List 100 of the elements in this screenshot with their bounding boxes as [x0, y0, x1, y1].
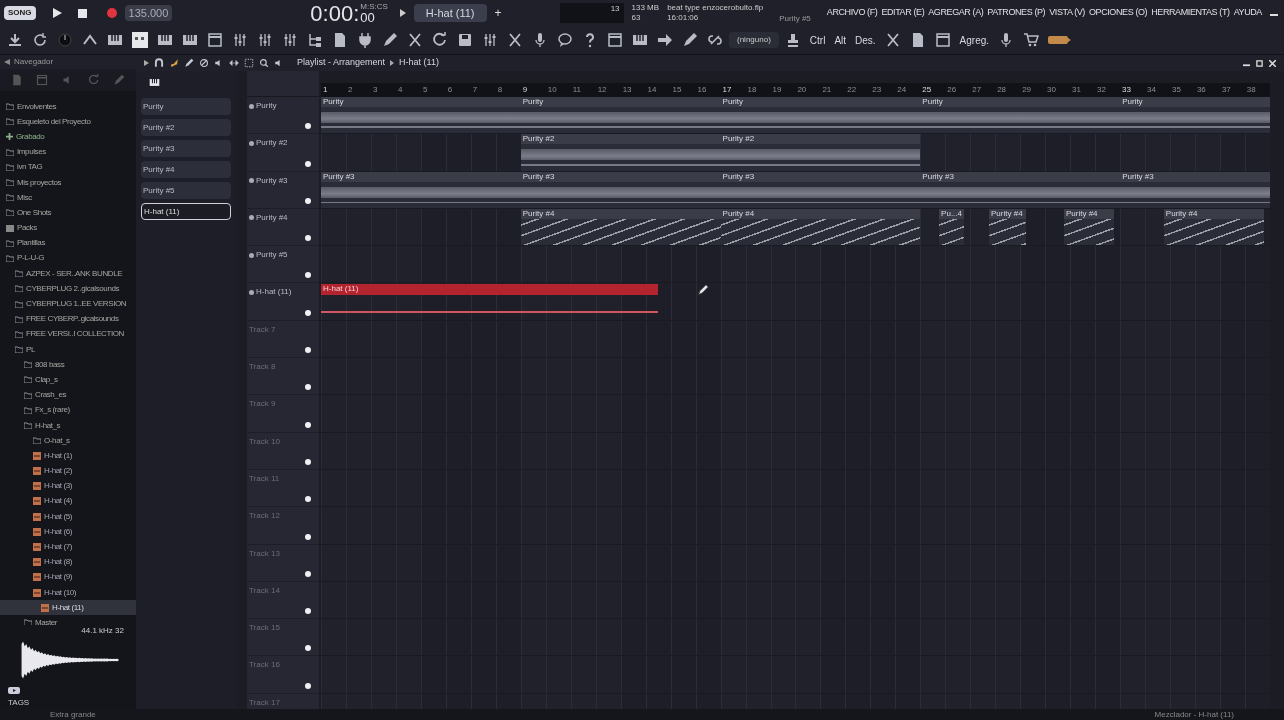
mute-dot-icon[interactable] [305, 272, 311, 279]
arrow-small-icon[interactable] [144, 60, 149, 66]
menu-item[interactable]: OPCIONES (O) [1088, 6, 1148, 20]
mute-dot-icon[interactable] [305, 608, 311, 615]
pattern-item[interactable]: H-hat (11) [141, 203, 231, 220]
pattern-clip[interactable]: Purity [720, 97, 921, 107]
browser-item[interactable]: H-hat (11) [0, 600, 136, 616]
piano-icon[interactable] [157, 32, 173, 48]
speech-bubble-icon[interactable] [557, 32, 573, 48]
mute-dot-icon[interactable] [305, 421, 311, 428]
browser-item[interactable]: H-hat (2) [0, 463, 136, 479]
browser-item[interactable]: O-hat_s [0, 433, 136, 449]
mixer-icon[interactable] [257, 32, 273, 48]
pattern-field[interactable]: (ninguno) [729, 32, 779, 48]
selection-icon[interactable] [244, 58, 254, 68]
tree-icon[interactable] [307, 32, 323, 48]
browser-item[interactable]: Master [0, 615, 136, 625]
browser-item[interactable]: H-hat (4) [0, 493, 136, 510]
menu-item[interactable]: EDITAR (E) [881, 6, 925, 20]
browser-item[interactable]: H-hat (6) [0, 524, 136, 540]
mute-dot-icon[interactable] [305, 347, 311, 354]
mute-dot-icon[interactable] [305, 160, 311, 167]
pattern-clip[interactable]: Purity #2 [720, 134, 921, 145]
toolbar-text-button[interactable]: Alt [831, 32, 850, 48]
toolbar-text-button[interactable]: Ctrl [806, 32, 829, 48]
mute-dot-icon[interactable] [305, 533, 311, 540]
link-icon[interactable] [707, 32, 723, 48]
mute-dot-icon[interactable] [305, 570, 311, 577]
toolbar-text-button[interactable]: Agreg. [956, 32, 993, 48]
tempo-display[interactable]: 135.000 [124, 5, 173, 21]
browser-item[interactable]: PL [0, 342, 136, 358]
pattern-item[interactable]: Purity #5 [141, 182, 231, 199]
song-mode-button[interactable]: SONG [4, 6, 36, 20]
add-pattern-button[interactable]: + [494, 4, 502, 22]
scissors-icon[interactable] [884, 32, 901, 48]
scissors-icon[interactable] [407, 32, 423, 48]
browser-item[interactable]: Envolventes [0, 99, 136, 115]
window-icon[interactable] [207, 32, 223, 48]
pattern-clip[interactable]: Purity #3 [520, 171, 721, 182]
pattern-item[interactable]: Purity #4 [141, 161, 231, 178]
pattern-clip[interactable]: Purity #4 [1063, 208, 1114, 219]
pencil-icon[interactable] [184, 58, 194, 68]
pattern-clip[interactable]: Purity #2 [520, 134, 721, 145]
stop-icon[interactable] [77, 8, 87, 18]
browser-item[interactable]: H-hat (1) [0, 448, 136, 464]
browser-item[interactable]: Plantillas [0, 235, 136, 251]
timeline-ruler[interactable]: 1 2 3 4 5 6 7 8 9 10 11 12 13 14 15 16 17 18 19 20 21 22 23 24 25 26 27 28 29 30 31 32 33 34 35 36 37 38 [321, 83, 1270, 97]
knob-icon[interactable] [57, 32, 73, 48]
browser-item[interactable]: FREE VERSI..I COLLECTION [0, 326, 136, 342]
zoom-icon[interactable] [259, 58, 269, 68]
menu-item[interactable]: PATRONES (P) [987, 6, 1046, 20]
menu-item[interactable]: ARCHIVO (F) [826, 6, 878, 20]
pattern-clip[interactable]: Purity [321, 97, 521, 107]
restore-icon[interactable] [1256, 59, 1263, 67]
piano-icon[interactable] [632, 32, 648, 48]
track-name[interactable]: Purity #2 [256, 137, 288, 150]
browser-item[interactable]: Packs [0, 220, 136, 236]
browser-item[interactable]: Fx_s (rare) [0, 402, 136, 418]
browser-item[interactable]: H-hat (8) [0, 554, 136, 570]
window-icon[interactable] [934, 32, 951, 48]
mute-dot-icon[interactable] [305, 458, 311, 465]
pattern-item[interactable]: Purity [141, 98, 231, 115]
loop-icon[interactable] [32, 32, 48, 48]
pattern-clip[interactable]: Purity [520, 97, 721, 107]
arrow-left-icon[interactable] [4, 59, 10, 65]
browser-item[interactable]: ivn TAG [0, 159, 136, 175]
pattern-clip[interactable]: Purity #4 [520, 208, 721, 219]
browser-item[interactable]: Esqueleto del Proyecto [0, 114, 136, 130]
pencil-icon[interactable] [382, 32, 398, 48]
track-name[interactable]: Purity #3 [256, 174, 288, 187]
pattern-item[interactable]: Purity #2 [141, 119, 231, 136]
menu-item[interactable]: VISTA (V) [1049, 6, 1085, 20]
mute-dot-icon[interactable] [305, 309, 311, 316]
pencil-icon[interactable] [682, 32, 698, 48]
pattern-clip[interactable]: Purity #4 [989, 208, 1027, 219]
mute-dot-icon[interactable] [305, 384, 311, 391]
pattern-item[interactable]: Purity #3 [141, 140, 231, 157]
block-icon[interactable] [199, 58, 209, 68]
track-name[interactable]: H-hat (11) [256, 286, 292, 299]
brush-icon[interactable] [169, 58, 179, 68]
audio-clip[interactable]: H-hat (11) [321, 283, 659, 295]
pattern-clip[interactable]: Purity [1120, 97, 1270, 107]
piano-icon[interactable] [107, 32, 123, 48]
scissors-icon[interactable] [507, 32, 523, 48]
piano-icon[interactable] [149, 77, 160, 88]
piano-icon[interactable] [182, 32, 198, 48]
menu-item[interactable]: AYUDA [1233, 6, 1262, 20]
toolbar-text-button[interactable]: Des. [852, 32, 879, 48]
pattern-clip[interactable]: Purity #3 [720, 171, 921, 182]
browser-item[interactable]: H-hat (3) [0, 478, 136, 494]
browser-item[interactable]: Clap_s [0, 372, 136, 388]
browser-item[interactable]: Misc [0, 190, 136, 206]
close-icon[interactable] [1269, 59, 1276, 67]
mute-dot-icon[interactable] [305, 235, 311, 242]
browser-item[interactable]: FREE CYBERP..gicalsounds [0, 311, 136, 327]
microphone-icon[interactable] [532, 32, 548, 48]
mixer-icon[interactable] [482, 32, 498, 48]
pattern-clip[interactable]: Purity #3 [920, 171, 1121, 182]
slip-icon[interactable] [229, 58, 239, 68]
pattern-clip[interactable]: Pu...4 [939, 208, 965, 219]
